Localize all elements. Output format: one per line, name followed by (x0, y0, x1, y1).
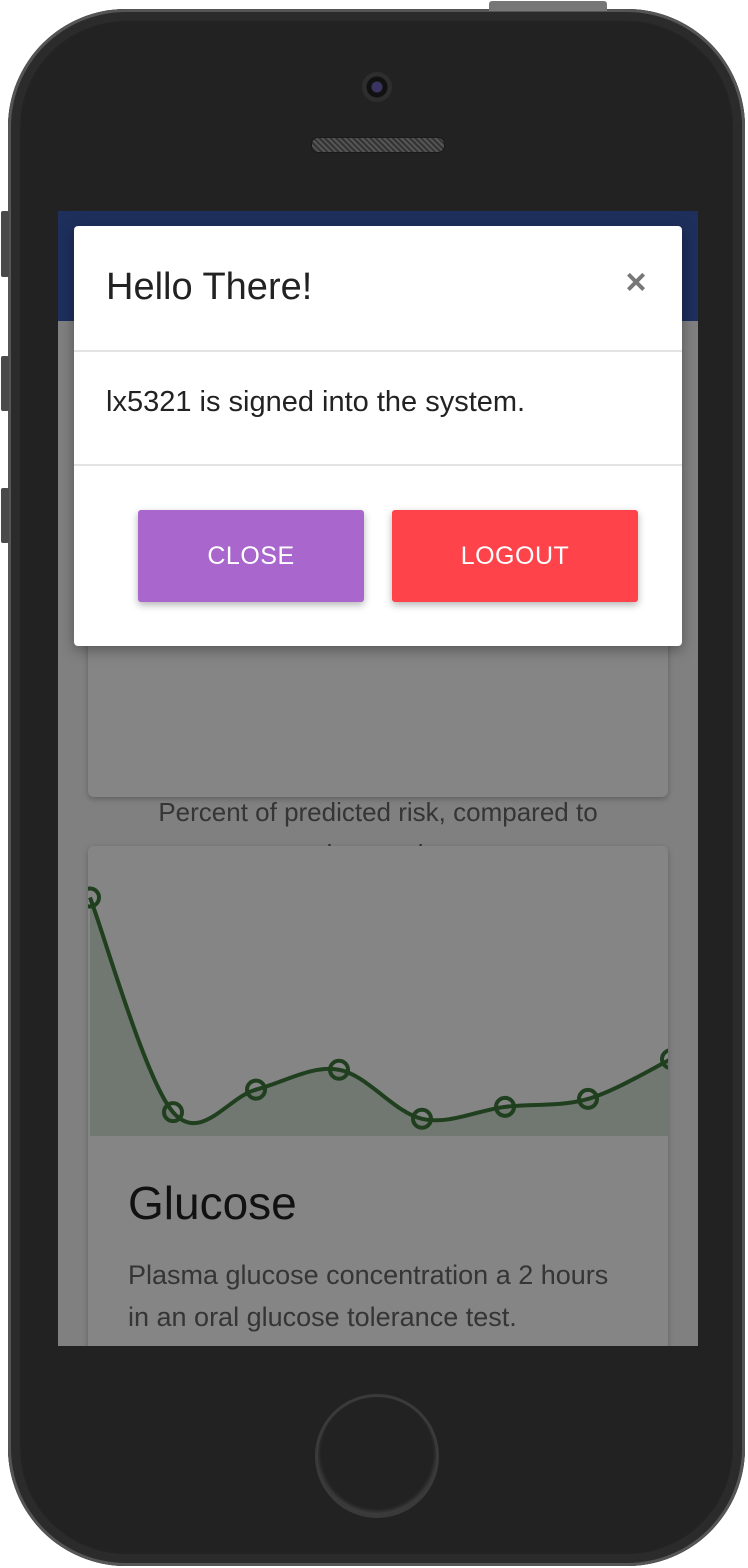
app-screen: Percent of predicted risk, compared to p… (58, 211, 698, 1346)
volume-up-button (1, 356, 9, 411)
power-button (489, 1, 607, 11)
close-button[interactable]: CLOSE (138, 510, 364, 602)
logout-button[interactable]: LOGOUT (392, 510, 638, 602)
dialog-title: Hello There! (106, 266, 313, 308)
signed-in-dialog: Hello There! × lx5321 is signed into the… (74, 226, 682, 646)
mute-switch (1, 211, 9, 277)
dialog-divider-bottom (74, 464, 682, 466)
dialog-divider-top (74, 350, 682, 352)
home-button[interactable] (315, 1394, 439, 1518)
volume-down-button (1, 488, 9, 543)
close-icon[interactable]: × (614, 260, 658, 304)
camera-icon (362, 72, 392, 102)
dialog-message: lx5321 is signed into the system. (106, 386, 526, 418)
speaker-grille (311, 137, 445, 153)
